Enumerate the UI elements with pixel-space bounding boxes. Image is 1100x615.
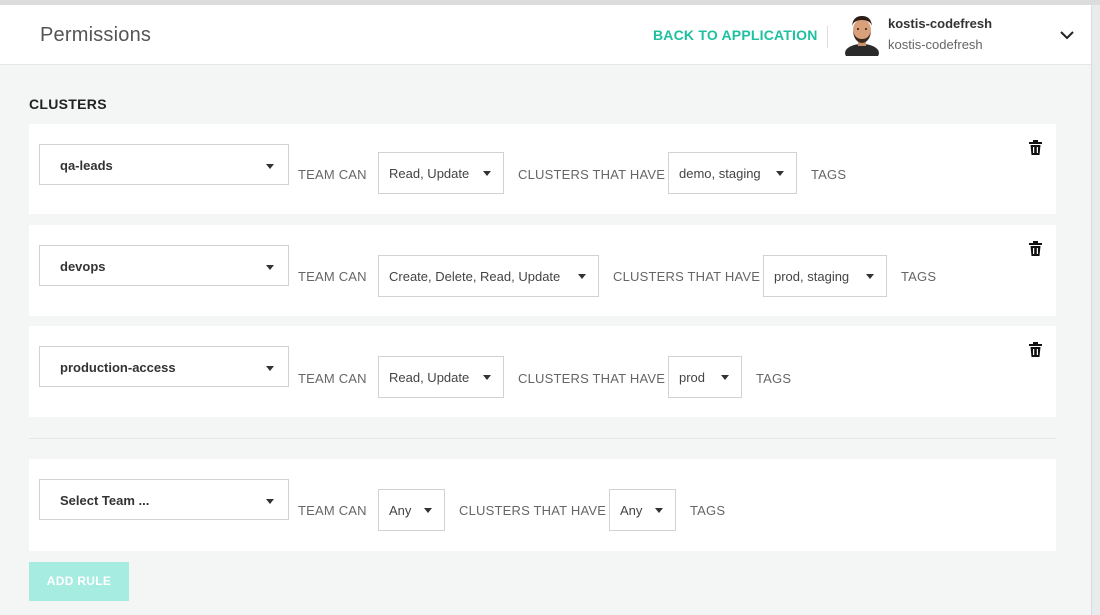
add-rule-button[interactable]: ADD RULE [29, 562, 129, 601]
tags-label: TAGS [756, 371, 792, 386]
permissions-value: Create, Delete, Read, Update [389, 269, 561, 284]
user-name: kostis-codefresh [888, 16, 993, 31]
section-title: CLUSTERS [29, 96, 107, 112]
back-to-application-link[interactable]: BACK TO APPLICATION [653, 27, 818, 43]
rule-row: production-access TEAM CAN Read, Update … [29, 326, 1056, 417]
chevron-down-icon[interactable] [1058, 26, 1076, 44]
team-can-label: TEAM CAN [298, 371, 367, 386]
tags-value: prod [679, 370, 706, 385]
team-select-value: devops [60, 259, 106, 274]
tags-dropdown[interactable]: prod [668, 356, 742, 398]
tags-dropdown[interactable]: demo, staging [668, 152, 797, 194]
tags-dropdown[interactable]: prod, staging [763, 255, 887, 297]
tags-value: demo, staging [679, 166, 761, 181]
clusters-that-have-label: CLUSTERS THAT HAVE [518, 371, 666, 386]
rule-row: qa-leads TEAM CAN Read, Update CLUSTERS … [29, 124, 1056, 214]
tags-label: TAGS [690, 503, 726, 518]
trash-icon[interactable] [1029, 140, 1042, 155]
page-title: Permissions [40, 24, 152, 46]
select-team-placeholder: Select Team ... [60, 493, 150, 508]
caret-down-icon [866, 274, 874, 279]
new-rule-row: Select Team ... TEAM CAN Any CLUSTERS TH… [29, 459, 1056, 551]
top-header: Permissions BACK TO APPLICATION kostis-c… [0, 5, 1091, 65]
caret-down-icon [424, 508, 432, 513]
user-account: kostis-codefresh [888, 37, 983, 52]
tags-value: prod, staging [774, 269, 850, 284]
caret-down-icon [266, 164, 274, 169]
team-select-value: qa-leads [60, 158, 113, 173]
permissions-dropdown[interactable]: Read, Update [378, 152, 504, 194]
trash-icon[interactable] [1029, 342, 1042, 357]
caret-down-icon [578, 274, 586, 279]
caret-down-icon [721, 375, 729, 380]
permissions-value: Read, Update [389, 166, 470, 181]
permissions-dropdown[interactable]: Any [378, 489, 445, 531]
team-can-label: TEAM CAN [298, 167, 367, 182]
team-select[interactable]: qa-leads [39, 144, 289, 185]
permissions-value: Any [389, 503, 412, 518]
select-team-dropdown[interactable]: Select Team ... [39, 479, 289, 520]
caret-down-icon [266, 265, 274, 270]
caret-down-icon [266, 499, 274, 504]
clusters-that-have-label: CLUSTERS THAT HAVE [613, 269, 761, 284]
divider [29, 438, 1056, 439]
tags-dropdown[interactable]: Any [609, 489, 676, 531]
team-select-value: production-access [60, 360, 176, 375]
permissions-dropdown[interactable]: Read, Update [378, 356, 504, 398]
tags-label: TAGS [901, 269, 937, 284]
clusters-that-have-label: CLUSTERS THAT HAVE [518, 167, 666, 182]
caret-down-icon [266, 366, 274, 371]
tags-value: Any [620, 503, 643, 518]
header-divider [827, 26, 828, 48]
caret-down-icon [483, 375, 491, 380]
rule-row: devops TEAM CAN Create, Delete, Read, Up… [29, 225, 1056, 316]
permissions-value: Read, Update [389, 370, 470, 385]
team-select[interactable]: production-access [39, 346, 289, 387]
permissions-dropdown[interactable]: Create, Delete, Read, Update [378, 255, 599, 297]
caret-down-icon [655, 508, 663, 513]
avatar[interactable] [844, 12, 880, 56]
team-can-label: TEAM CAN [298, 269, 367, 284]
trash-icon[interactable] [1029, 241, 1042, 256]
caret-down-icon [776, 171, 784, 176]
scrollbar[interactable] [1091, 5, 1100, 615]
caret-down-icon [483, 171, 491, 176]
team-select[interactable]: devops [39, 245, 289, 286]
team-can-label: TEAM CAN [298, 503, 367, 518]
clusters-that-have-label: CLUSTERS THAT HAVE [459, 503, 607, 518]
tags-label: TAGS [811, 167, 847, 182]
